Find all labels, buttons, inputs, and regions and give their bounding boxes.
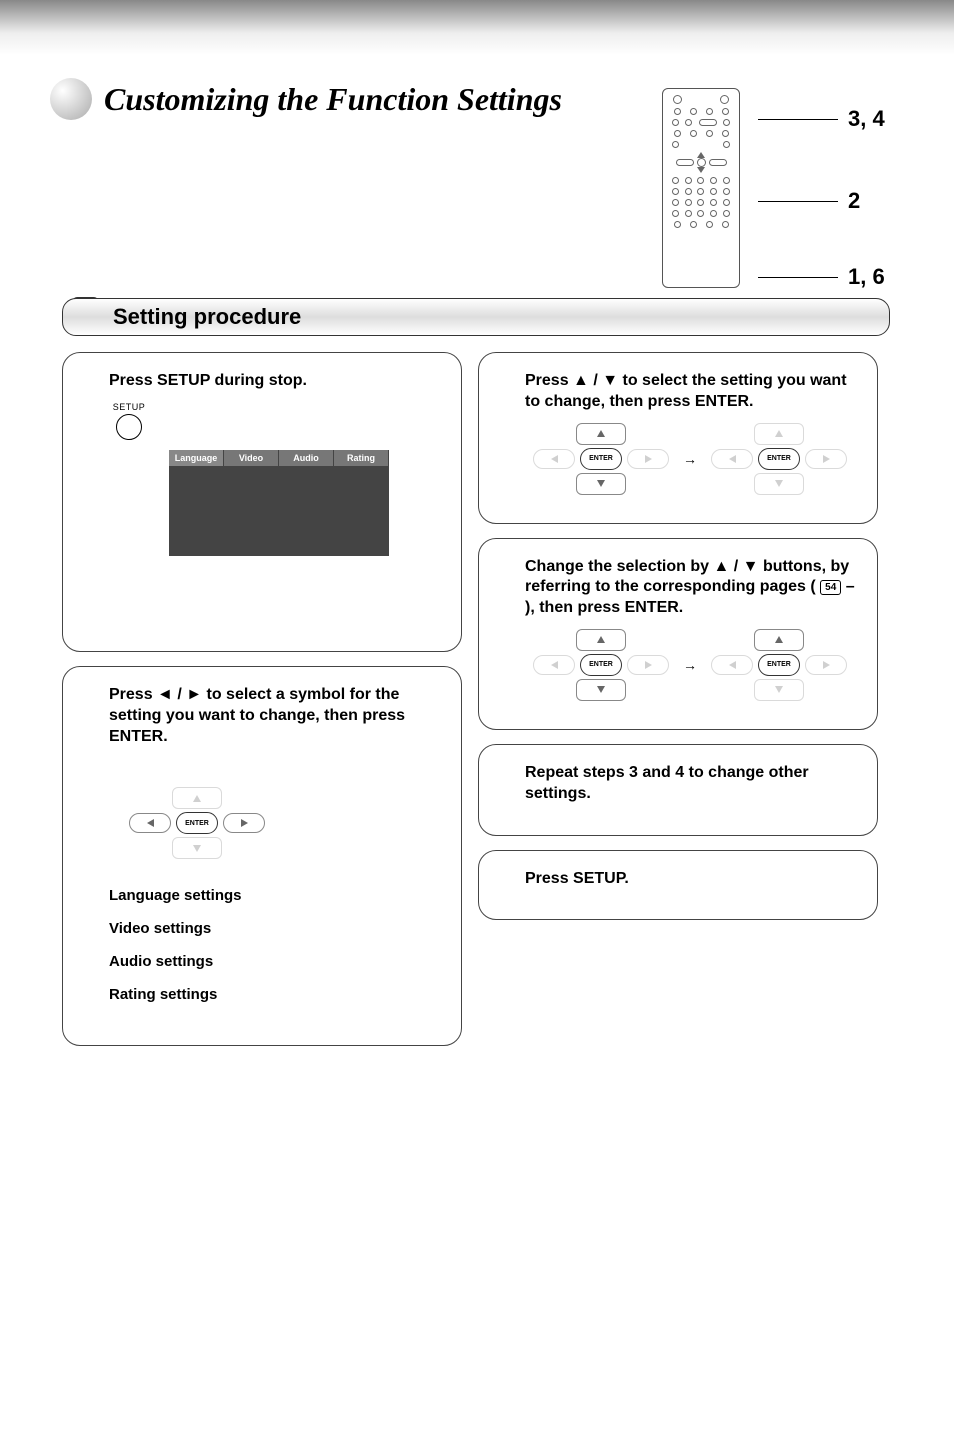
- setting-rating: Rating settings: [109, 986, 439, 1003]
- enter-button-icon: ENTER: [580, 448, 622, 470]
- page-title: Customizing the Function Settings: [104, 81, 562, 118]
- remote-diagram: 3, 4 2 1, 6: [662, 88, 885, 290]
- step-4-title: Change the selection by ▲ / ▼ buttons, b…: [525, 557, 855, 619]
- menu-tab-language: Language: [169, 450, 224, 466]
- remote-callout-16: 1, 6: [758, 264, 885, 290]
- arrow-right-icon: →: [683, 657, 697, 673]
- step-4-box: Change the selection by ▲ / ▼ buttons, b…: [478, 538, 878, 730]
- enter-button-icon: ENTER: [580, 654, 622, 676]
- remote-callout-34: 3, 4: [758, 106, 885, 132]
- procedure-bar: Setting procedure: [62, 298, 890, 336]
- dpad-icon: ENTER: [129, 787, 265, 859]
- enter-button-icon: ENTER: [758, 448, 800, 470]
- step-1-title: Press SETUP during stop.: [109, 371, 439, 392]
- page-title-block: Customizing the Function Settings: [50, 78, 562, 120]
- header-gradient: [0, 0, 954, 55]
- setting-video: Video settings: [109, 920, 439, 937]
- onscreen-menu: Language Video Audio Rating: [169, 450, 389, 556]
- menu-tab-video: Video: [224, 450, 279, 466]
- dpad-icon-faded: ENTER: [711, 629, 847, 701]
- procedure-title: Setting procedure: [113, 304, 301, 330]
- step-6-title: Press SETUP.: [525, 869, 855, 890]
- dpad-icon-faded: ENTER: [711, 423, 847, 495]
- setup-button-icon: SETUP: [109, 402, 149, 440]
- setting-audio: Audio settings: [109, 953, 439, 970]
- step-1-box: Press SETUP during stop. SETUP Language …: [62, 352, 462, 652]
- menu-tab-audio: Audio: [279, 450, 334, 466]
- menu-tab-rating: Rating: [334, 450, 389, 466]
- step-3-box: Press ▲ / ▼ to select the setting you wa…: [478, 352, 878, 524]
- step-6-box: Press SETUP.: [478, 850, 878, 921]
- enter-button-icon: ENTER: [758, 654, 800, 676]
- setting-language: Language settings: [109, 887, 439, 904]
- step-5-title: Repeat steps 3 and 4 to change other set…: [525, 763, 855, 805]
- dpad-icon: ENTER: [533, 423, 669, 495]
- step-5-box: Repeat steps 3 and 4 to change other set…: [478, 744, 878, 836]
- remote-callout-2: 2: [758, 188, 885, 214]
- sphere-icon: [50, 78, 92, 120]
- enter-button-icon: ENTER: [176, 812, 218, 834]
- dpad-icon: ENTER: [533, 629, 669, 701]
- step-2-title: Press ◄ / ► to select a symbol for the s…: [109, 685, 439, 747]
- step-3-title: Press ▲ / ▼ to select the setting you wa…: [525, 371, 855, 413]
- step-2-box: Press ◄ / ► to select a symbol for the s…: [62, 666, 462, 1046]
- page-ref-icon: 54: [820, 580, 841, 595]
- remote-body: [662, 88, 740, 288]
- arrow-right-icon: →: [683, 451, 697, 467]
